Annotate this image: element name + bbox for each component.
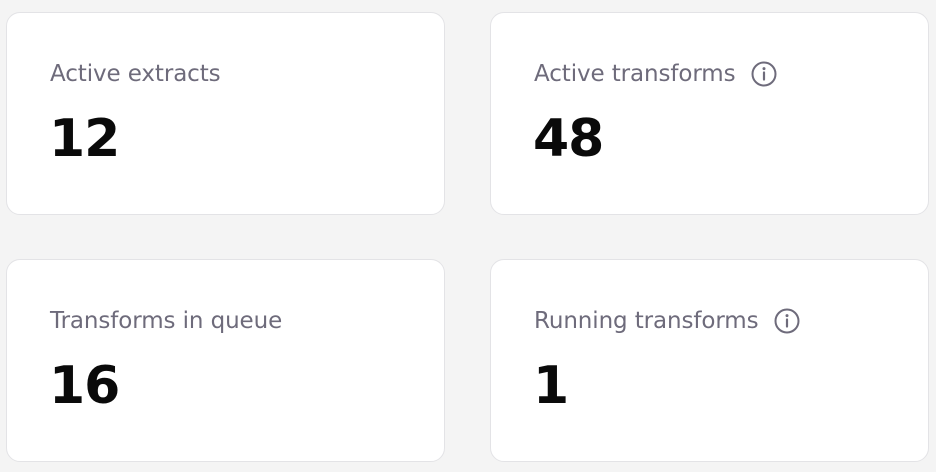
metric-value: 1 <box>533 356 569 416</box>
metric-card-running-transforms: Running transforms 1 <box>490 259 929 462</box>
metric-value: 16 <box>49 356 120 416</box>
metric-value: 48 <box>533 109 604 169</box>
metric-card-active-extracts: Active extracts 12 <box>6 12 445 215</box>
metric-label: Active transforms <box>534 61 736 87</box>
metrics-grid: Active extracts 12 Active transforms 48 … <box>0 0 936 472</box>
metric-card-header: Active transforms <box>534 59 778 89</box>
info-circle-icon[interactable] <box>750 60 778 88</box>
metric-label: Transforms in queue <box>50 308 283 334</box>
metric-card-header: Running transforms <box>534 306 801 336</box>
metric-card-active-transforms: Active transforms 48 <box>490 12 929 215</box>
info-circle-icon[interactable] <box>773 307 801 335</box>
metric-label: Running transforms <box>534 308 759 334</box>
metric-card-header: Transforms in queue <box>50 306 282 336</box>
metric-value: 12 <box>49 109 120 169</box>
metric-label: Active extracts <box>50 61 221 87</box>
metric-card-transforms-in-queue: Transforms in queue 16 <box>6 259 445 462</box>
metric-card-header: Active extracts <box>50 59 221 89</box>
